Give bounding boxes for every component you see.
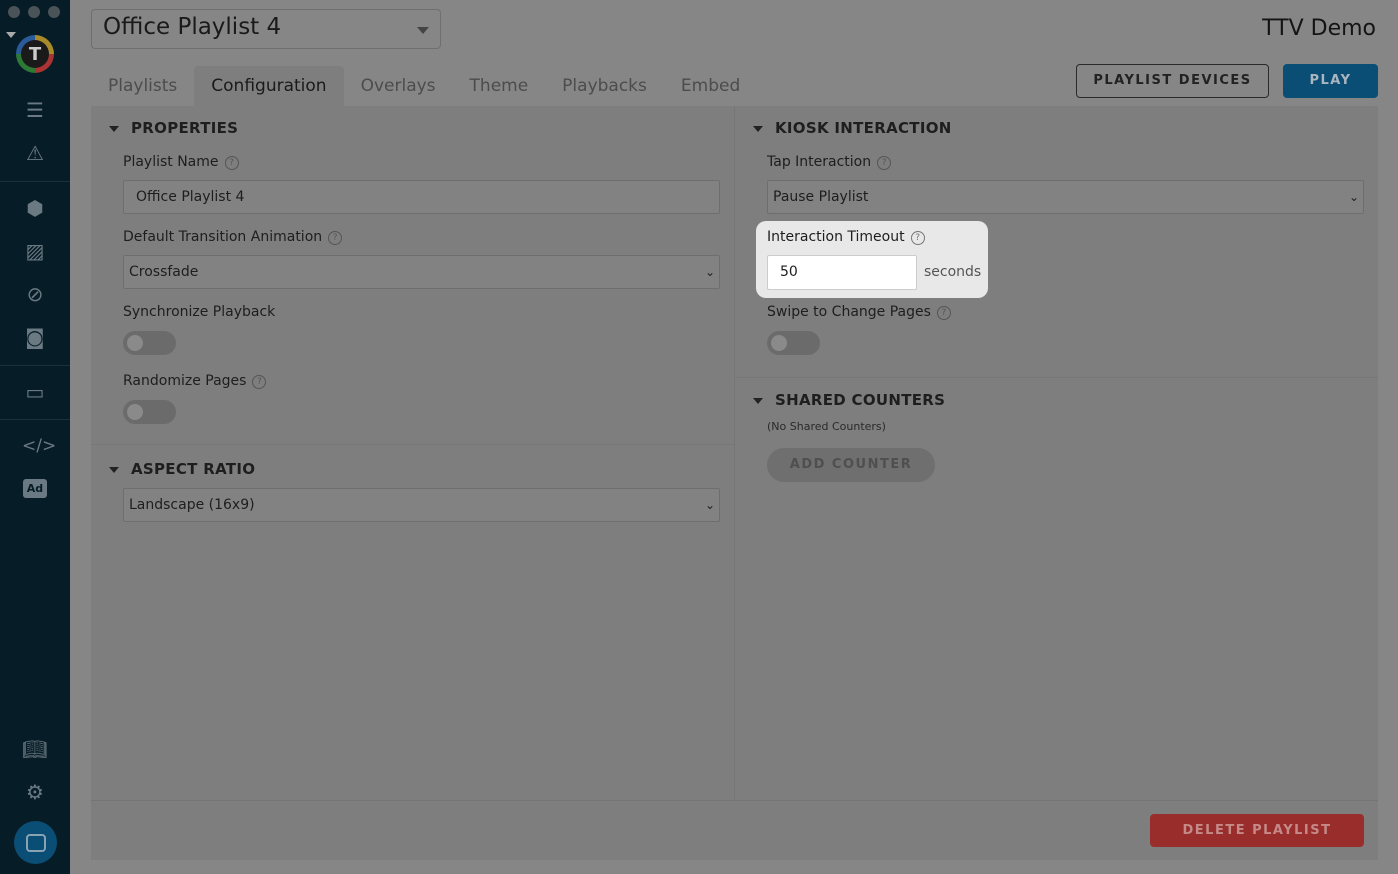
camera-icon[interactable]: ◙ [22, 326, 48, 348]
tab-playbacks[interactable]: Playbacks [545, 66, 664, 106]
sync-playback-label: Synchronize Playback [123, 304, 276, 320]
tab-configuration[interactable]: Configuration [194, 66, 344, 106]
no-counters-text: (No Shared Counters) [767, 420, 886, 433]
playlist-select[interactable]: Office Playlist 4 [91, 9, 441, 49]
sidebar: T ☰ ⚠ ⬢ ▨ ⊘ ◙ ▭ </> Ad 📖︎ ⚙ [0, 0, 70, 874]
config-panel: PROPERTIES Playlist Name? Office Playlis… [91, 106, 1378, 860]
properties-section-toggle[interactable]: PROPERTIES [109, 119, 238, 137]
shared-counters-section-toggle[interactable]: SHARED COUNTERS [753, 391, 945, 409]
caret-down-icon [417, 27, 429, 34]
randomize-toggle[interactable] [123, 400, 176, 424]
chat-button[interactable] [14, 821, 57, 864]
org-name: TTV Demo [1262, 16, 1376, 41]
divider [0, 365, 70, 366]
tab-theme[interactable]: Theme [453, 66, 546, 106]
cube-icon[interactable]: ⬢ [22, 197, 48, 219]
interaction-timeout-label: Interaction Timeout? [767, 229, 925, 245]
tab-overlays[interactable]: Overlays [344, 66, 453, 106]
footer: DELETE PLAYLIST [91, 800, 1378, 860]
gear-icon[interactable]: ⚙ [22, 781, 48, 803]
add-counter-button[interactable]: ADD COUNTER [767, 448, 935, 482]
playlist-devices-button[interactable]: PLAYLIST DEVICES [1076, 64, 1269, 98]
help-icon[interactable]: ? [910, 231, 925, 245]
timeout-unit: seconds [924, 264, 982, 280]
help-icon[interactable]: ? [224, 156, 239, 170]
divider [734, 106, 735, 800]
help-icon[interactable]: ? [936, 306, 951, 320]
divider [91, 444, 734, 445]
divider [735, 377, 1378, 378]
playlist-name-label: Playlist Name? [123, 154, 239, 170]
tab-playlists[interactable]: Playlists [91, 66, 194, 106]
kiosk-section-toggle[interactable]: KIOSK INTERACTION [753, 119, 952, 137]
tab-bar: Playlists Configuration Overlays Theme P… [91, 66, 757, 106]
help-icon[interactable]: ? [252, 375, 267, 389]
warning-icon[interactable]: ⚠ [22, 142, 48, 164]
ad-icon[interactable]: Ad [23, 479, 47, 498]
interaction-timeout-highlight: Interaction Timeout? 50 seconds [756, 221, 988, 298]
window-controls[interactable] [8, 6, 60, 18]
caret-down-icon[interactable] [6, 32, 16, 38]
planet-icon[interactable]: ⊘ [22, 283, 48, 305]
help-icon[interactable]: ? [877, 156, 892, 170]
aspect-ratio-select[interactable]: Landscape (16x9) ⌄ [123, 488, 720, 522]
swipe-label: Swipe to Change Pages? [767, 304, 951, 320]
tap-interaction-label: Tap Interaction? [767, 154, 892, 170]
transition-select[interactable]: Crossfade ⌄ [123, 255, 720, 289]
swipe-toggle[interactable] [767, 331, 820, 355]
book-icon[interactable]: 📖︎ [22, 738, 48, 760]
divider [0, 181, 70, 182]
tap-interaction-select[interactable]: Pause Playlist ⌄ [767, 180, 1364, 214]
monitor-icon[interactable]: ▭ [22, 381, 48, 403]
chevron-down-icon: ⌄ [704, 265, 715, 279]
play-button[interactable]: PLAY [1283, 64, 1378, 98]
playlist-name-input[interactable]: Office Playlist 4 [123, 180, 720, 214]
code-icon[interactable]: </> [22, 435, 56, 457]
chat-icon [25, 833, 46, 852]
chevron-down-icon: ⌄ [1348, 190, 1359, 204]
transition-label: Default Transition Animation? [123, 229, 343, 245]
image-icon[interactable]: ▨ [22, 240, 48, 262]
randomize-label: Randomize Pages? [123, 373, 267, 389]
help-icon[interactable]: ? [328, 231, 343, 245]
interaction-timeout-input[interactable]: 50 [767, 255, 917, 290]
chevron-down-icon: ⌄ [704, 498, 715, 512]
sync-playback-toggle[interactable] [123, 331, 176, 355]
app-logo[interactable]: T [16, 35, 54, 73]
delete-playlist-button[interactable]: DELETE PLAYLIST [1150, 814, 1364, 847]
divider [0, 419, 70, 420]
list-icon[interactable]: ☰ [22, 99, 48, 121]
aspect-ratio-section-toggle[interactable]: ASPECT RATIO [109, 460, 255, 478]
tab-embed[interactable]: Embed [664, 66, 757, 106]
